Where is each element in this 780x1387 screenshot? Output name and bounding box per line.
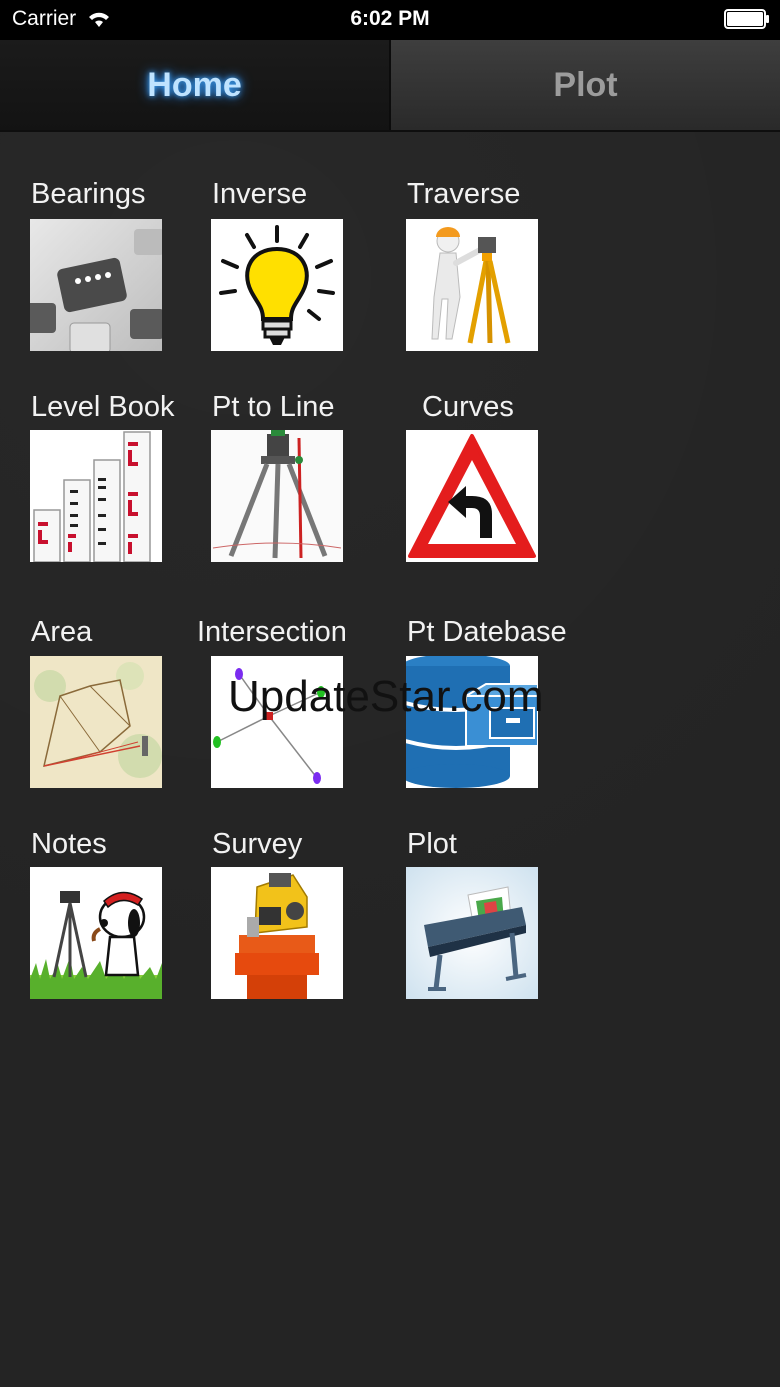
tile-traverse-label: Traverse xyxy=(407,178,521,210)
tab-home[interactable]: Home xyxy=(0,40,391,130)
tile-pt-to-line-label: Pt to Line xyxy=(212,391,335,423)
tile-plot-label: Plot xyxy=(407,828,457,860)
tile-pt-database-label: Pt Datebase xyxy=(407,616,567,648)
curve-warning-sign-icon xyxy=(406,430,538,562)
surveyor-theodolite-icon xyxy=(406,219,538,351)
area-map-icon xyxy=(30,656,162,788)
tile-level-book-label: Level Book xyxy=(31,391,175,423)
tile-area-label: Area xyxy=(31,616,93,648)
plotter-printer-icon xyxy=(406,867,538,999)
tile-intersection[interactable]: Intersection xyxy=(195,608,390,793)
tile-plot[interactable]: Plot xyxy=(390,820,585,1005)
calculator-keypad-icon xyxy=(30,219,162,351)
tile-pt-database[interactable]: Pt Datebase xyxy=(390,608,585,793)
tile-level-book[interactable]: Level Book xyxy=(0,383,195,568)
app-screen: Carrier 6:02 PM Home Plot Bearings Inver… xyxy=(0,0,780,1387)
battery-icon xyxy=(724,9,769,29)
tile-traverse[interactable]: Traverse xyxy=(390,170,585,355)
intersection-points-icon xyxy=(211,656,343,788)
tripod-instrument-icon xyxy=(211,430,343,562)
total-station-icon xyxy=(211,867,343,999)
tile-curves-label: Curves xyxy=(422,391,514,423)
tile-survey-label: Survey xyxy=(212,828,303,860)
status-bar: Carrier 6:02 PM xyxy=(0,0,780,40)
tab-home-label: Home xyxy=(147,65,242,104)
tab-bar: Home Plot xyxy=(0,40,780,132)
tile-survey[interactable]: Survey xyxy=(195,820,390,1005)
tile-area[interactable]: Area xyxy=(0,608,195,793)
tile-notes-label: Notes xyxy=(31,828,107,860)
tile-bearings[interactable]: Bearings xyxy=(0,170,195,355)
clock: 6:02 PM xyxy=(350,7,430,30)
tile-notes[interactable]: Notes xyxy=(0,820,195,1005)
tile-curves[interactable]: Curves xyxy=(390,383,585,568)
snoopy-surveyor-icon xyxy=(30,867,162,999)
tab-plot-label: Plot xyxy=(553,65,618,104)
database-icon xyxy=(406,656,538,788)
lightbulb-icon xyxy=(211,219,343,351)
tile-inverse-label: Inverse xyxy=(212,178,308,210)
tile-intersection-label: Intersection xyxy=(197,616,347,648)
tab-plot[interactable]: Plot xyxy=(391,40,780,130)
leveling-staff-icon xyxy=(30,430,162,562)
tile-bearings-label: Bearings xyxy=(31,178,146,210)
tile-inverse[interactable]: Inverse xyxy=(195,170,390,355)
tile-pt-to-line[interactable]: Pt to Line xyxy=(195,383,390,568)
